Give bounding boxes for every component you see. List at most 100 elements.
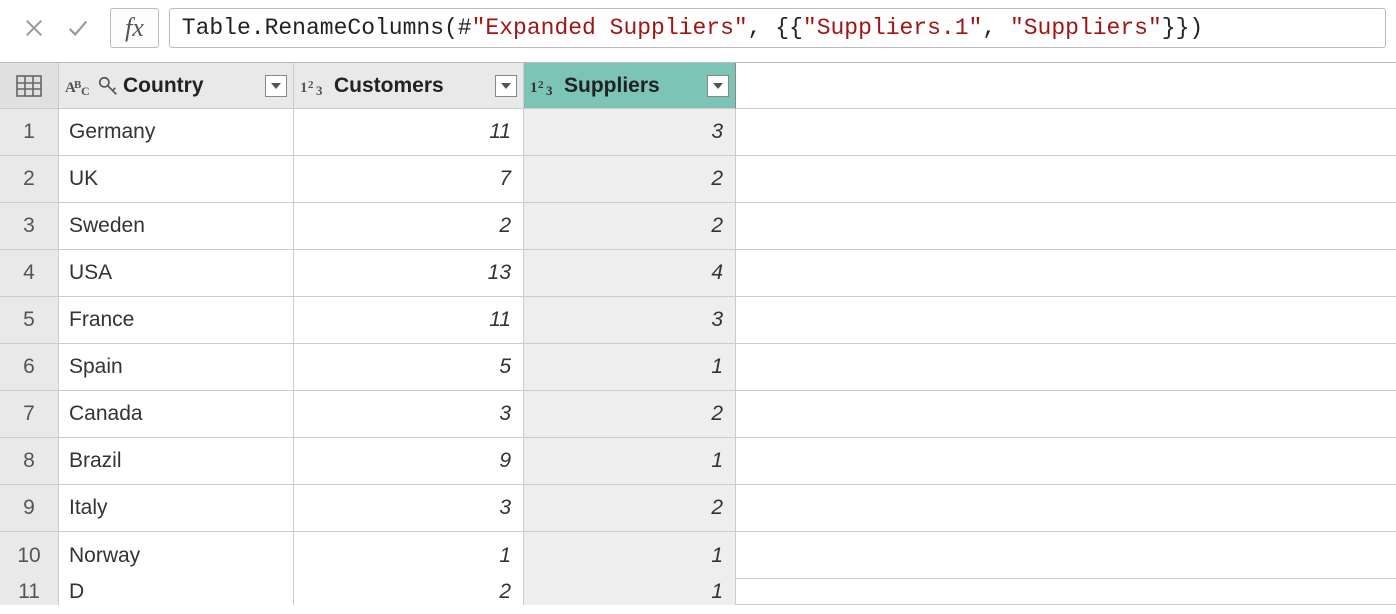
cell-customers[interactable]: 5 <box>294 344 524 391</box>
row-number[interactable]: 5 <box>0 297 59 344</box>
filter-dropdown-customers[interactable] <box>495 75 517 97</box>
cell-suppliers[interactable]: 1 <box>524 579 736 605</box>
row-number[interactable]: 1 <box>0 109 59 156</box>
number-type-icon: 123 <box>300 75 330 97</box>
cell-customers[interactable]: 9 <box>294 438 524 485</box>
text-type-icon: ABC <box>65 75 93 97</box>
row-number[interactable]: 9 <box>0 485 59 532</box>
cell-suppliers[interactable]: 2 <box>524 391 736 438</box>
row-number[interactable]: 11 <box>0 579 59 605</box>
column-label: Country <box>123 74 261 98</box>
cell-suppliers[interactable]: 2 <box>524 156 736 203</box>
chevron-down-icon <box>712 80 724 92</box>
cell-customers[interactable]: 7 <box>294 156 524 203</box>
column-header-country[interactable]: ABC Country <box>59 63 294 109</box>
cell-country[interactable]: France <box>59 297 294 344</box>
row-empty-space <box>736 203 1396 250</box>
table-row: 4USA134 <box>0 250 1396 297</box>
cell-customers[interactable]: 2 <box>294 579 524 605</box>
cell-country[interactable]: Brazil <box>59 438 294 485</box>
select-all-corner[interactable] <box>0 63 59 109</box>
cell-country[interactable]: D <box>59 579 294 605</box>
row-empty-space <box>736 297 1396 344</box>
svg-text:1: 1 <box>300 80 308 96</box>
row-empty-space <box>736 109 1396 156</box>
filter-dropdown-suppliers[interactable] <box>707 75 729 97</box>
table-icon <box>16 75 42 97</box>
table-row: 10Norway11 <box>0 532 1396 579</box>
row-number[interactable]: 6 <box>0 344 59 391</box>
fx-label: fx <box>125 15 144 41</box>
row-empty-space <box>736 532 1396 579</box>
row-empty-space <box>736 344 1396 391</box>
row-empty-space <box>736 156 1396 203</box>
chevron-down-icon <box>500 80 512 92</box>
cell-suppliers[interactable]: 3 <box>524 109 736 156</box>
cell-country[interactable]: Germany <box>59 109 294 156</box>
column-header-suppliers[interactable]: 123 Suppliers <box>524 63 736 109</box>
cell-customers[interactable]: 3 <box>294 391 524 438</box>
cell-suppliers[interactable]: 1 <box>524 438 736 485</box>
cell-country[interactable]: Spain <box>59 344 294 391</box>
column-label: Suppliers <box>564 74 703 98</box>
cell-suppliers[interactable]: 2 <box>524 485 736 532</box>
cell-country[interactable]: Italy <box>59 485 294 532</box>
data-grid: ABC Country 123 Customers <box>0 62 1396 605</box>
table-row: 2UK72 <box>0 156 1396 203</box>
table-row: 5France113 <box>0 297 1396 344</box>
formula-bar: fx Table.RenameColumns(#"Expanded Suppli… <box>0 0 1396 62</box>
svg-text:2: 2 <box>538 79 544 91</box>
row-empty-space <box>736 438 1396 485</box>
table-row: 6Spain51 <box>0 344 1396 391</box>
cell-customers[interactable]: 13 <box>294 250 524 297</box>
cell-country[interactable]: Norway <box>59 532 294 579</box>
row-number[interactable]: 7 <box>0 391 59 438</box>
row-empty-space <box>736 485 1396 532</box>
table-row: 9Italy32 <box>0 485 1396 532</box>
cell-customers[interactable]: 2 <box>294 203 524 250</box>
row-number[interactable]: 4 <box>0 250 59 297</box>
column-header-customers[interactable]: 123 Customers <box>294 63 524 109</box>
cell-suppliers[interactable]: 1 <box>524 344 736 391</box>
table-row: 7Canada32 <box>0 391 1396 438</box>
row-number[interactable]: 8 <box>0 438 59 485</box>
cell-suppliers[interactable]: 1 <box>524 532 736 579</box>
row-number[interactable]: 2 <box>0 156 59 203</box>
key-icon <box>97 75 119 97</box>
chevron-down-icon <box>270 80 282 92</box>
svg-text:3: 3 <box>546 83 553 97</box>
confirm-formula-button[interactable] <box>64 14 92 42</box>
column-label: Customers <box>334 74 491 98</box>
table-row-partial: 11 D 2 1 <box>0 579 1396 605</box>
table-row: 3Sweden22 <box>0 203 1396 250</box>
table-row: 8Brazil91 <box>0 438 1396 485</box>
cell-customers[interactable]: 11 <box>294 297 524 344</box>
svg-text:C: C <box>81 84 90 97</box>
cell-suppliers[interactable]: 2 <box>524 203 736 250</box>
cell-suppliers[interactable]: 3 <box>524 297 736 344</box>
svg-text:2: 2 <box>308 79 314 91</box>
cell-customers[interactable]: 11 <box>294 109 524 156</box>
header-empty-space <box>736 63 1396 109</box>
cell-customers[interactable]: 1 <box>294 532 524 579</box>
header-row: ABC Country 123 Customers <box>0 63 1396 109</box>
cell-country[interactable]: Canada <box>59 391 294 438</box>
svg-text:1: 1 <box>530 80 538 96</box>
cancel-formula-button[interactable] <box>20 14 48 42</box>
row-empty-space <box>736 391 1396 438</box>
row-number[interactable]: 3 <box>0 203 59 250</box>
fx-indicator[interactable]: fx <box>110 8 159 48</box>
filter-dropdown-country[interactable] <box>265 75 287 97</box>
cell-country[interactable]: Sweden <box>59 203 294 250</box>
cell-country[interactable]: USA <box>59 250 294 297</box>
row-empty-space <box>736 579 1396 605</box>
table-row: 1Germany113 <box>0 109 1396 156</box>
cell-suppliers[interactable]: 4 <box>524 250 736 297</box>
formula-input[interactable]: Table.RenameColumns(#"Expanded Suppliers… <box>169 8 1386 48</box>
row-empty-space <box>736 250 1396 297</box>
cell-customers[interactable]: 3 <box>294 485 524 532</box>
row-number[interactable]: 10 <box>0 532 59 579</box>
svg-text:3: 3 <box>316 83 323 97</box>
number-type-icon: 123 <box>530 75 560 97</box>
cell-country[interactable]: UK <box>59 156 294 203</box>
